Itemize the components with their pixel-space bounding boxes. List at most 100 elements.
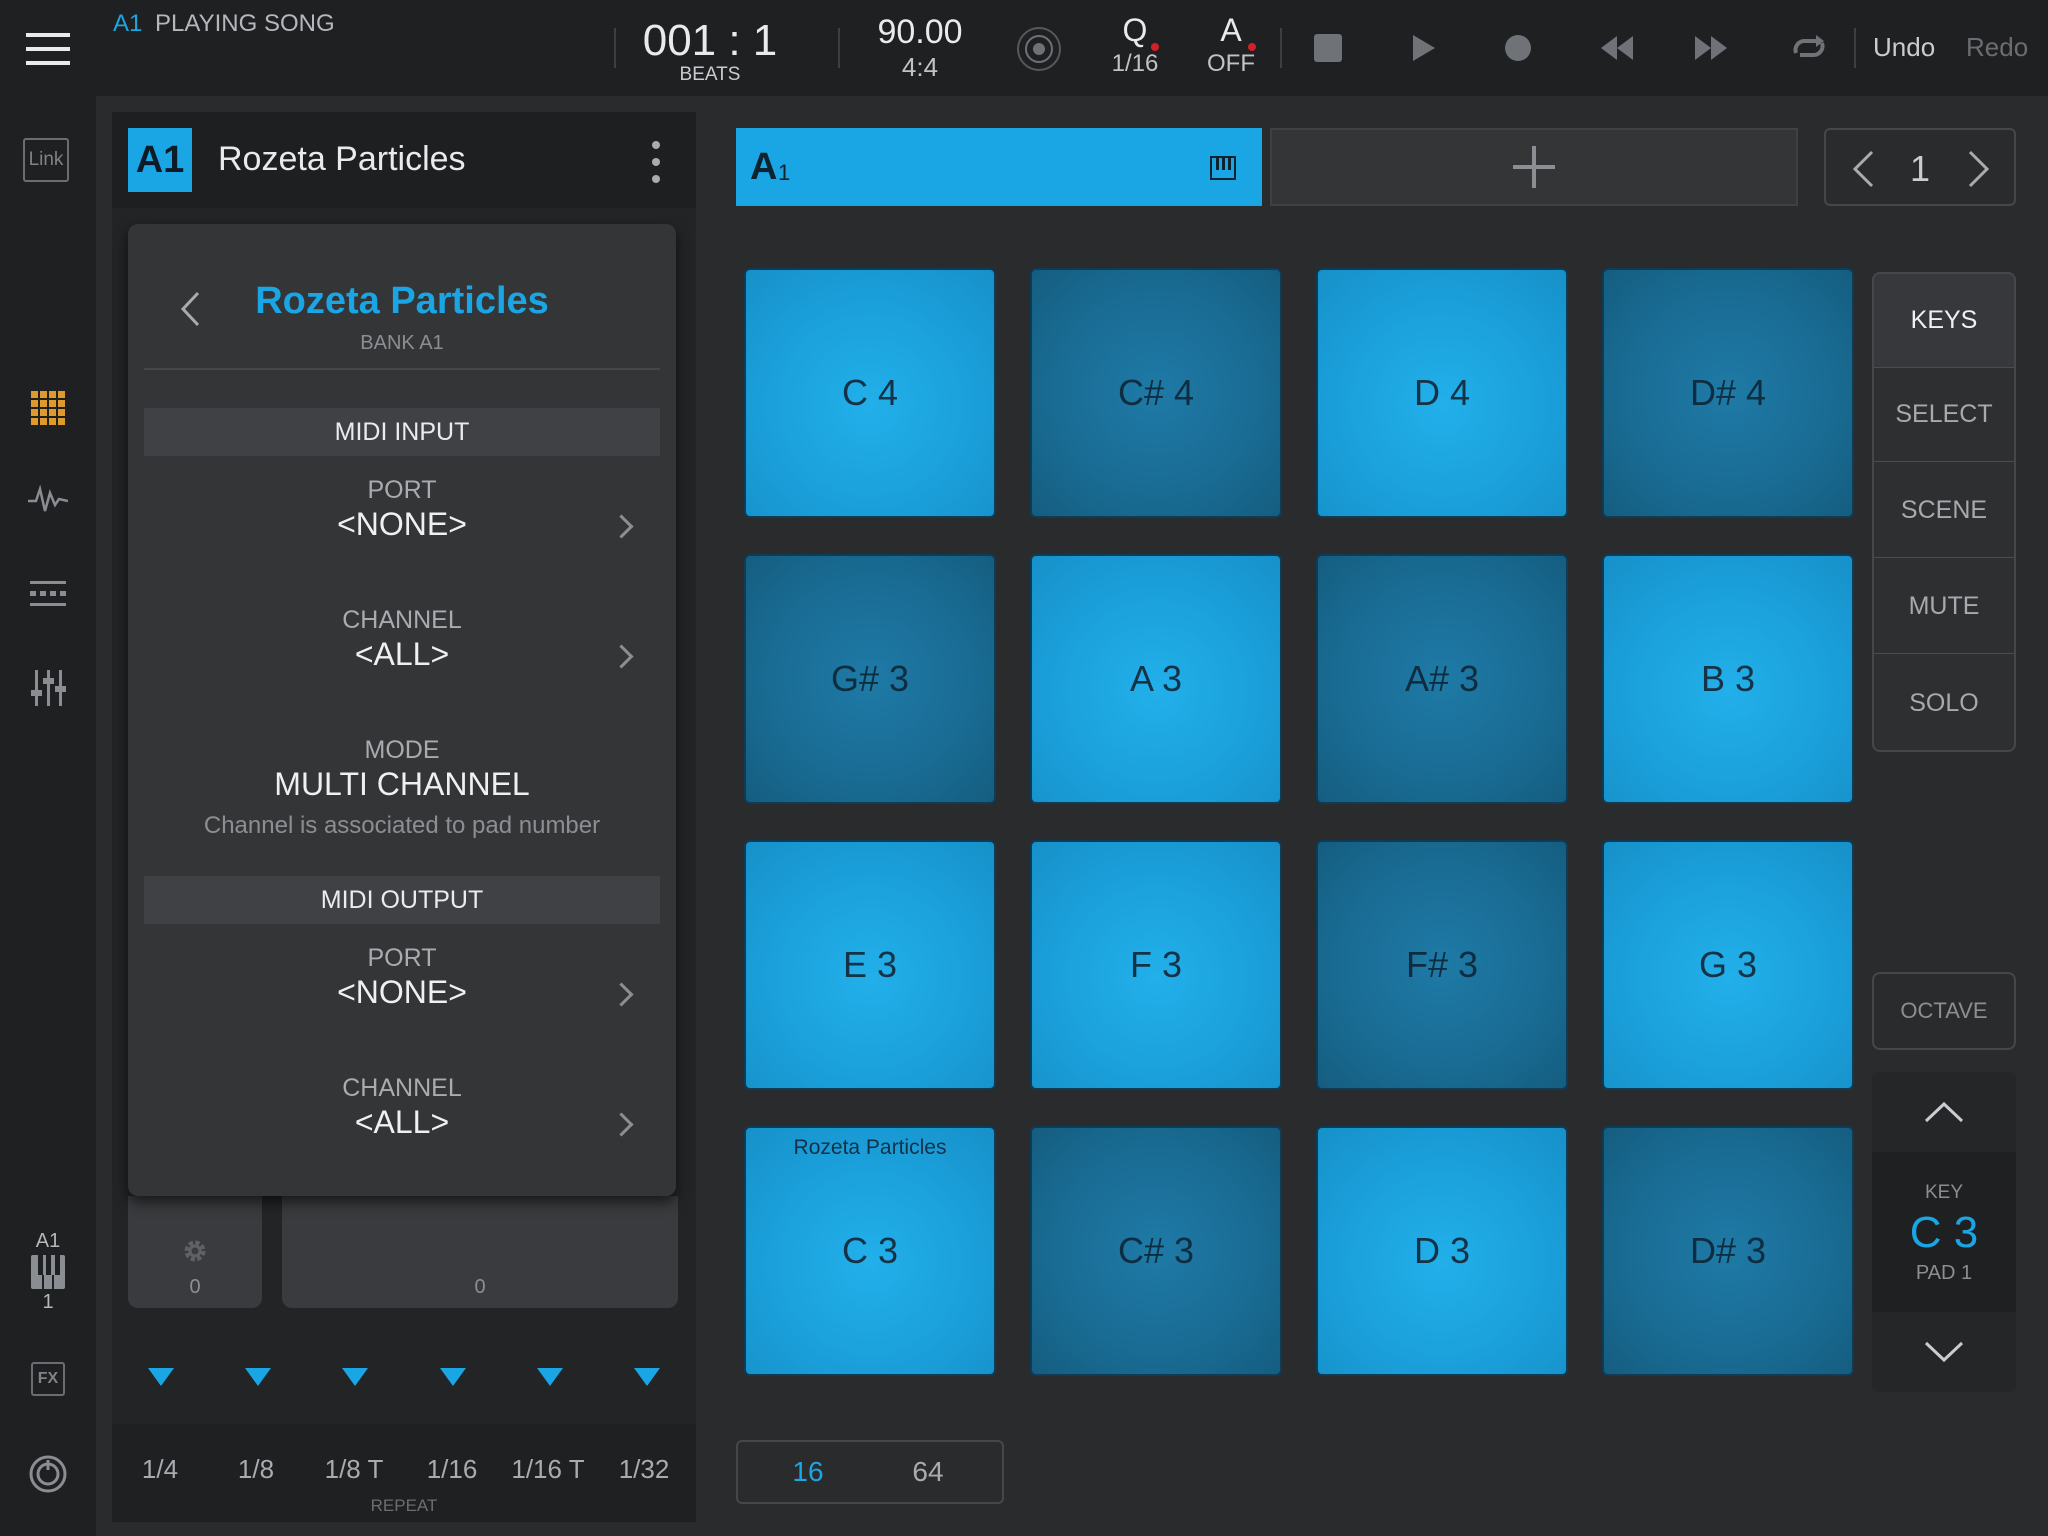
pattern-tab-label: A xyxy=(750,146,778,188)
key-value: C 3 xyxy=(1909,1208,1979,1257)
link-label: Link xyxy=(28,149,64,170)
octave-button[interactable]: OCTAVE xyxy=(1872,972,2016,1050)
pad-10[interactable]: F 3 xyxy=(1030,840,1282,1090)
pad-16[interactable]: D# 3 xyxy=(1602,1126,1854,1376)
pad-note-label: C# 3 xyxy=(1117,1230,1195,1271)
midi-input-port-row[interactable]: PORT <NONE> xyxy=(128,472,676,572)
more-options-icon[interactable] xyxy=(636,134,676,190)
mode-select-button[interactable]: SELECT xyxy=(1874,368,2014,462)
pad-slider[interactable]: 0 xyxy=(282,1196,678,1308)
pad-11[interactable]: F# 3 xyxy=(1316,840,1568,1090)
fx-button[interactable]: FX xyxy=(31,1362,65,1396)
octave-up-icon[interactable] xyxy=(1872,1072,2016,1152)
popup-title: Rozeta Particles xyxy=(255,280,549,322)
pad-note-label: C 4 xyxy=(841,372,899,413)
pattern-tab-a1[interactable]: A 1 xyxy=(736,128,1262,206)
pad-5[interactable]: G# 3 xyxy=(744,554,996,804)
pad-number-label: PAD 1 xyxy=(1915,1262,1973,1284)
repeat-option-1-32[interactable]: 1/32 xyxy=(596,1454,692,1485)
repeat-indicator-6 xyxy=(634,1368,660,1386)
sequencer-icon[interactable] xyxy=(24,574,72,614)
instrument-title[interactable]: Rozeta Particles xyxy=(218,140,466,179)
status-line: A1 PLAYING SONG xyxy=(113,10,335,38)
position-display[interactable]: 001 : 1 BEATS xyxy=(620,18,800,86)
pad-8[interactable]: B 3 xyxy=(1602,554,1854,804)
pad-4[interactable]: D# 4 xyxy=(1602,268,1854,518)
pads-grid-icon[interactable] xyxy=(26,386,70,430)
slider-value: 0 xyxy=(474,1276,486,1298)
midi-input-header: MIDI INPUT xyxy=(144,408,660,456)
bank-badge: A1 xyxy=(128,128,192,192)
pad-count-16[interactable]: 16 xyxy=(760,1456,856,1488)
add-pattern-button[interactable] xyxy=(1270,128,1798,206)
menu-icon[interactable] xyxy=(20,24,76,74)
midi-input-channel-row[interactable]: CHANNEL <ALL> xyxy=(128,602,676,702)
pad-note-label: A 3 xyxy=(1129,658,1183,699)
pad-6[interactable]: A 3 xyxy=(1030,554,1282,804)
pad-note-label: A# 3 xyxy=(1404,658,1480,699)
midi-output-port-row[interactable]: PORT <NONE> xyxy=(128,940,676,1040)
pad-14[interactable]: C# 3 xyxy=(1030,1126,1282,1376)
stop-icon[interactable] xyxy=(1306,26,1350,70)
left-sidebar: Link A1 1 FX xyxy=(0,96,96,1536)
piano-roll-icon[interactable] xyxy=(1210,156,1236,185)
pad-13[interactable]: C 3 Rozeta Particles xyxy=(744,1126,996,1376)
pad-count-64[interactable]: 64 xyxy=(880,1456,976,1488)
dial-icon[interactable] xyxy=(24,1450,72,1498)
popup-divider xyxy=(144,368,660,370)
midi-output-port-label: PORT xyxy=(367,944,437,972)
pad-settings-knob[interactable]: 0 xyxy=(128,1196,262,1308)
repeat-indicator-1 xyxy=(148,1368,174,1386)
repeat-option-1-16[interactable]: 1/16 xyxy=(404,1454,500,1485)
midi-input-mode-row[interactable]: MODE MULTI CHANNEL Channel is associated… xyxy=(128,732,676,852)
pad-note-label: C# 4 xyxy=(1117,372,1195,413)
pad-1[interactable]: C 4 xyxy=(744,268,996,518)
repeat-indicator-2 xyxy=(245,1368,271,1386)
pad-12[interactable]: G 3 xyxy=(1602,840,1854,1090)
mode-solo-button[interactable]: SOLO xyxy=(1874,656,2014,750)
repeat-label: REPEAT xyxy=(370,1496,438,1515)
midi-output-channel-row[interactable]: CHANNEL <ALL> xyxy=(128,1070,676,1170)
pad-7[interactable]: A# 3 xyxy=(1316,554,1568,804)
page-next-icon[interactable] xyxy=(1968,150,1990,193)
loop-icon[interactable] xyxy=(1784,26,1834,70)
repeat-option-1-8t[interactable]: 1/8 T xyxy=(306,1454,402,1485)
pad-9[interactable]: E 3 xyxy=(744,840,996,1090)
octave-down-icon[interactable] xyxy=(1872,1312,2016,1392)
pad-3[interactable]: D 4 xyxy=(1316,268,1568,518)
automation-button[interactable]: A OFF xyxy=(1196,10,1266,78)
mixer-icon[interactable] xyxy=(24,666,72,710)
redo-button[interactable]: Redo xyxy=(1966,32,2028,63)
track-label: A1 xyxy=(35,1230,61,1252)
pattern-tab-sub: 1 xyxy=(778,160,791,185)
plus-icon xyxy=(1513,146,1555,188)
mode-keys-button[interactable]: KEYS xyxy=(1874,274,2014,368)
pad-instrument-label: Rozeta Particles xyxy=(793,1136,947,1159)
midi-input-channel-value: <ALL> xyxy=(354,636,450,672)
pad-2[interactable]: C# 4 xyxy=(1030,268,1282,518)
popup-subtitle: BANK A1 xyxy=(360,332,444,354)
fast-forward-icon[interactable] xyxy=(1686,26,1736,70)
quantize-button[interactable]: Q 1/16 xyxy=(1100,10,1170,78)
record-icon[interactable] xyxy=(1496,26,1540,70)
repeat-option-1-16t[interactable]: 1/16 T xyxy=(500,1454,596,1485)
repeat-option-1-4[interactable]: 1/4 xyxy=(112,1454,208,1485)
waveform-icon[interactable] xyxy=(24,480,72,520)
midi-input-mode-label: MODE xyxy=(364,736,440,764)
mode-scene-button[interactable]: SCENE xyxy=(1874,464,2014,558)
pad-note-label: D 4 xyxy=(1413,372,1471,413)
key-label: KEY xyxy=(1924,1182,1964,1203)
link-button[interactable]: Link xyxy=(23,138,69,182)
tempo-display[interactable]: 90.00 4:4 xyxy=(860,12,980,83)
repeat-option-1-8[interactable]: 1/8 xyxy=(208,1454,304,1485)
metronome-icon[interactable] xyxy=(1014,24,1064,74)
undo-button[interactable]: Undo xyxy=(1873,32,1935,63)
play-icon[interactable] xyxy=(1402,26,1446,70)
track-selector[interactable]: A1 1 xyxy=(20,1230,76,1314)
pad-note-label: E 3 xyxy=(842,944,898,985)
pad-note-label: F 3 xyxy=(1129,944,1182,985)
pad-15[interactable]: D 3 xyxy=(1316,1126,1568,1376)
midi-input-mode-description: Channel is associated to pad number xyxy=(203,812,601,839)
rewind-icon[interactable] xyxy=(1592,26,1642,70)
mode-mute-button[interactable]: MUTE xyxy=(1874,560,2014,654)
